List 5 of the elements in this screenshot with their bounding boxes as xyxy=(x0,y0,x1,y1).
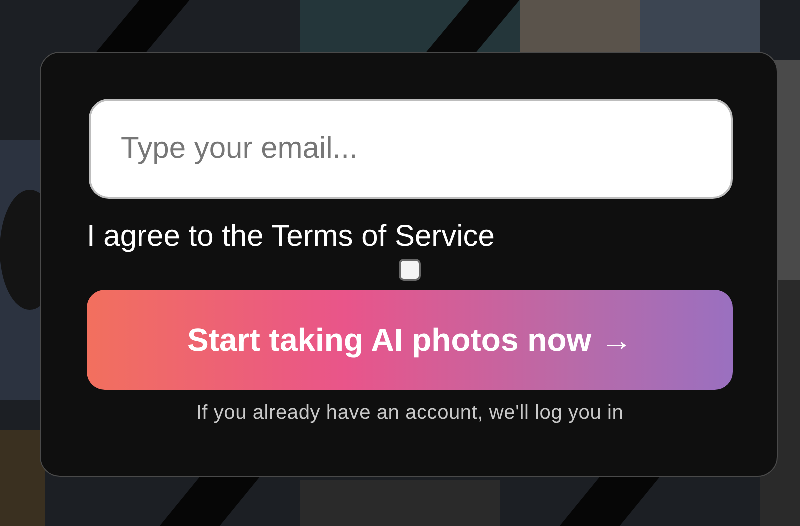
terms-checkbox[interactable] xyxy=(399,259,421,281)
terms-label: I agree to the Terms of Service xyxy=(87,219,496,255)
start-button[interactable]: Start taking AI photos now → xyxy=(87,290,733,390)
email-field[interactable]: Type your email... xyxy=(89,99,733,199)
login-note: If you already have an account, we'll log you in xyxy=(195,402,625,425)
